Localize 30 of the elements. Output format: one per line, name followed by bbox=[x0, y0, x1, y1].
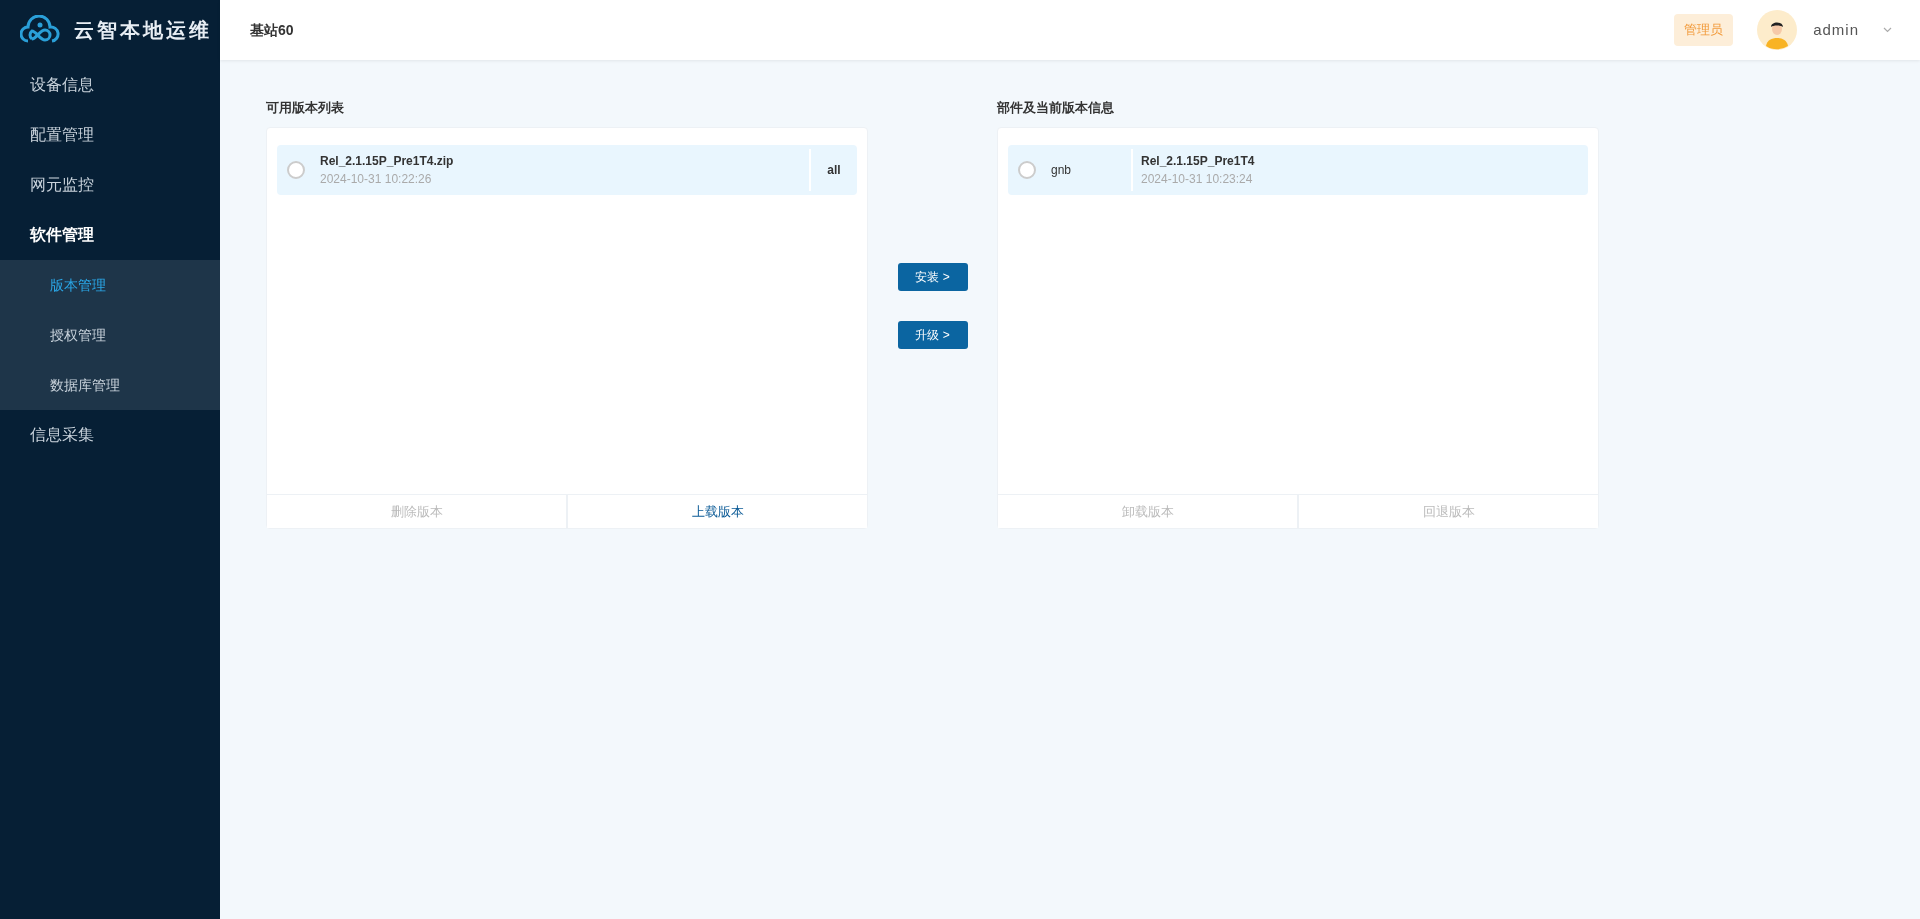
radio-button[interactable] bbox=[1018, 161, 1036, 179]
menu-item[interactable]: 设备信息 bbox=[0, 60, 220, 110]
chevron-down-icon[interactable] bbox=[1883, 27, 1892, 33]
timestamp: 2024-10-31 10:23:24 bbox=[1141, 171, 1254, 188]
version-row[interactable]: gnb Rel_2.1.15P_Pre1T4 2024-10-31 10:23:24 bbox=[1008, 145, 1588, 195]
action-button[interactable]: 上载版本 bbox=[566, 495, 867, 528]
timestamp: 2024-10-31 10:22:26 bbox=[320, 171, 433, 188]
transfer-button[interactable]: 安装 > bbox=[897, 263, 968, 291]
radio-button[interactable] bbox=[287, 161, 305, 179]
transfer-button[interactable]: 升级 > bbox=[897, 321, 968, 349]
page-title: 基站60 bbox=[250, 20, 294, 40]
submenu-item[interactable]: 数据库管理 bbox=[0, 360, 220, 410]
panel-title: 部件及当前版本信息 bbox=[997, 101, 1115, 115]
menu-item[interactable]: 软件管理 bbox=[0, 210, 220, 260]
user-name[interactable]: admin bbox=[1813, 18, 1859, 42]
file-name: Rel_2.1.15P_Pre1T4.zip bbox=[320, 153, 455, 170]
component-name: gnb bbox=[1051, 162, 1073, 179]
submenu-item[interactable]: 授权管理 bbox=[0, 310, 220, 360]
avatar-icon[interactable] bbox=[1757, 10, 1798, 50]
menu-item[interactable]: 配置管理 bbox=[0, 110, 220, 160]
menu-item[interactable]: 网元监控 bbox=[0, 160, 220, 210]
version-name: Rel_2.1.15P_Pre1T4 bbox=[1141, 153, 1256, 170]
menu-item[interactable]: 信息采集 bbox=[0, 410, 220, 460]
version-row[interactable]: Rel_2.1.15P_Pre1T4.zip 2024-10-31 10:22:26 all bbox=[277, 145, 857, 195]
brand-title: 云智本地运维 bbox=[74, 18, 212, 43]
target-label: all bbox=[826, 162, 842, 179]
submenu-item[interactable]: 版本管理 bbox=[0, 260, 220, 310]
role-badge: 管理员 bbox=[1674, 14, 1734, 46]
panel-title: 可用版本列表 bbox=[266, 101, 345, 115]
cloud-logo-icon bbox=[20, 15, 60, 45]
